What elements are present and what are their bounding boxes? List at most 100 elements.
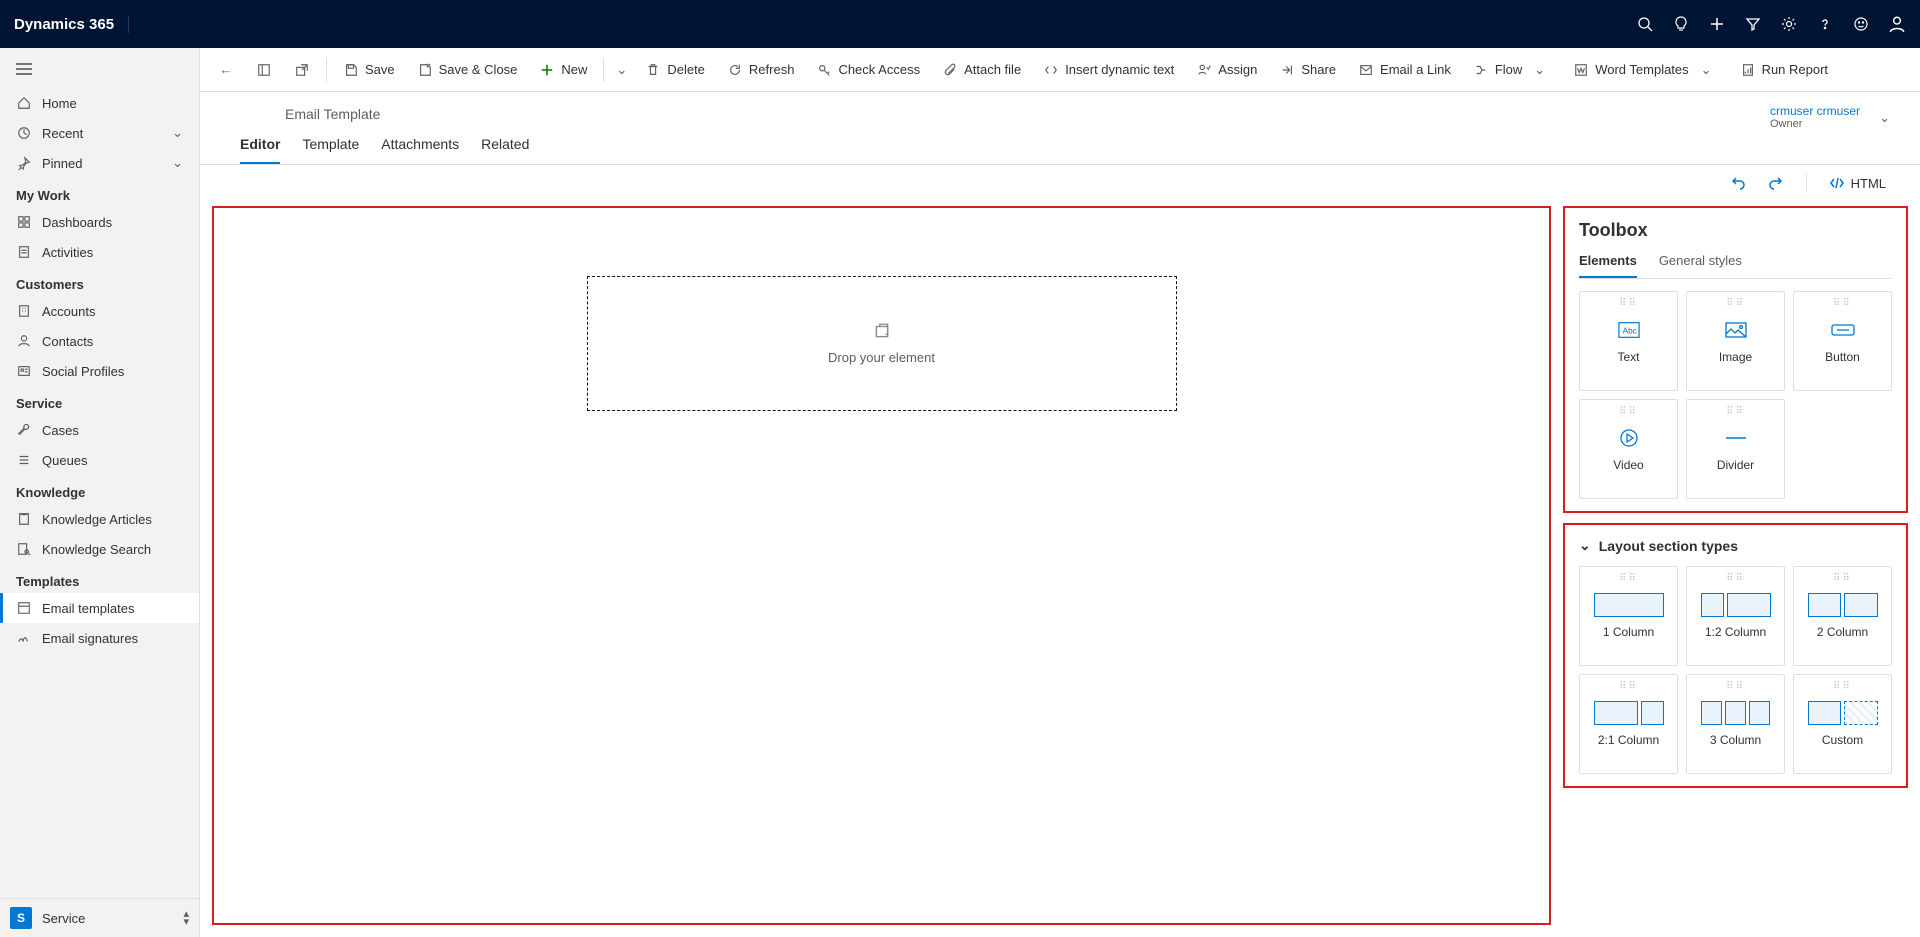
drop-zone[interactable]: Drop your element (587, 276, 1177, 411)
nav-socialprofiles[interactable]: Social Profiles (0, 356, 199, 386)
popout-icon (294, 62, 310, 78)
nav-recent[interactable]: Recent ⌄ (0, 118, 199, 148)
check-access-button[interactable]: Check Access (806, 56, 930, 84)
signature-icon (16, 630, 32, 646)
new-button[interactable]: New (529, 56, 597, 84)
nav-contacts[interactable]: Contacts (0, 326, 199, 356)
lightbulb-icon[interactable] (1672, 15, 1690, 33)
search-icon[interactable] (1636, 15, 1654, 33)
nav-label: Home (42, 96, 77, 111)
nav-home[interactable]: Home (0, 88, 199, 118)
layout-section-toggle[interactable]: ⌄Layout section types (1579, 537, 1892, 554)
editor-toolbar: HTML (200, 165, 1920, 202)
html-button[interactable]: HTML (1823, 171, 1892, 195)
panel-button[interactable] (246, 56, 282, 84)
nav-email-signatures[interactable]: Email signatures (0, 623, 199, 653)
home-icon (16, 95, 32, 111)
layout-2column[interactable]: ⠿⠿2 Column (1793, 566, 1892, 666)
popout-button[interactable] (284, 56, 320, 84)
grip-icon: ⠿⠿ (1619, 406, 1638, 417)
hamburger-button[interactable] (0, 58, 199, 88)
grip-icon: ⠿⠿ (1619, 573, 1638, 584)
help-icon[interactable] (1816, 15, 1834, 33)
layout-custom[interactable]: ⠿⠿Custom (1793, 674, 1892, 774)
nav-knowledge-search[interactable]: Knowledge Search (0, 534, 199, 564)
person-icon[interactable] (1888, 15, 1906, 33)
chevron-down-icon[interactable]: ⌄ (610, 62, 633, 78)
undo-button[interactable] (1724, 171, 1752, 195)
nav-pinned[interactable]: Pinned ⌄ (0, 148, 199, 178)
key-icon (816, 62, 832, 78)
toolbox-title: Toolbox (1579, 220, 1892, 241)
tab-editor[interactable]: Editor (240, 136, 280, 164)
nav-activities[interactable]: Activities (0, 237, 199, 267)
tab-attachments[interactable]: Attachments (381, 136, 459, 164)
nav-accounts[interactable]: Accounts (0, 296, 199, 326)
nav-label: Email signatures (42, 631, 138, 646)
flow-button[interactable]: Flow⌄ (1463, 56, 1561, 84)
email-link-button[interactable]: Email a Link (1348, 56, 1461, 84)
share-button[interactable]: Share (1269, 56, 1346, 84)
run-report-button[interactable]: Run Report (1730, 56, 1838, 84)
layout-3column[interactable]: ⠿⠿3 Column (1686, 674, 1785, 774)
word-templates-button[interactable]: Word Templates⌄ (1563, 56, 1727, 84)
filter-icon[interactable] (1744, 15, 1762, 33)
nav-queues[interactable]: Queues (0, 445, 199, 475)
layout-21column[interactable]: ⠿⠿2:1 Column (1579, 674, 1678, 774)
refresh-button[interactable]: Refresh (717, 56, 805, 84)
gear-icon[interactable] (1780, 15, 1798, 33)
tile-label: 1:2 Column (1705, 625, 1766, 639)
tile-video[interactable]: ⠿⠿Video (1579, 399, 1678, 499)
nav-label: Contacts (42, 334, 93, 349)
save-button[interactable]: Save (333, 56, 405, 84)
refresh-icon (727, 62, 743, 78)
app-name: Service (42, 911, 85, 926)
insert-dynamic-text-button[interactable]: Insert dynamic text (1033, 56, 1184, 84)
cmd-label: Save (365, 62, 395, 77)
tile-label: Divider (1717, 458, 1754, 472)
grip-icon: ⠿⠿ (1619, 298, 1638, 309)
tile-label: 2:1 Column (1598, 733, 1659, 747)
tile-image[interactable]: ⠿⠿Image (1686, 291, 1785, 391)
nav-email-templates[interactable]: Email templates (0, 593, 199, 623)
toolbox-tab-styles[interactable]: General styles (1659, 253, 1742, 278)
plus-icon[interactable] (1708, 15, 1726, 33)
chevron-down-icon[interactable]: ⌄ (1879, 110, 1890, 126)
tile-divider[interactable]: ⠿⠿ Divider (1686, 399, 1785, 499)
app-switcher[interactable]: S Service ▴▾ (0, 898, 199, 937)
editor-canvas[interactable]: Drop your element (212, 206, 1551, 925)
assign-button[interactable]: Assign (1186, 56, 1267, 84)
template-icon (16, 600, 32, 616)
delete-button[interactable]: Delete (635, 56, 715, 84)
smile-icon[interactable] (1852, 15, 1870, 33)
nav-knowledge-articles[interactable]: Knowledge Articles (0, 504, 199, 534)
nav-cases[interactable]: Cases (0, 415, 199, 445)
updown-icon[interactable]: ▴▾ (183, 910, 189, 926)
redo-button[interactable] (1762, 171, 1790, 195)
grip-icon: ⠿⠿ (1833, 573, 1852, 584)
nav-dashboards[interactable]: Dashboards (0, 207, 199, 237)
cmd-label: Refresh (749, 62, 795, 77)
tab-template[interactable]: Template (302, 136, 359, 164)
back-button[interactable]: ← (208, 56, 244, 84)
save-close-button[interactable]: Save & Close (407, 56, 528, 84)
nav-label: Accounts (42, 304, 95, 319)
tab-related[interactable]: Related (481, 136, 529, 164)
layout-1column[interactable]: ⠿⠿ 1 Column (1579, 566, 1678, 666)
toolbox-tab-elements[interactable]: Elements (1579, 253, 1637, 278)
report-icon (1740, 62, 1756, 78)
paperclip-icon (942, 62, 958, 78)
tile-label: Custom (1822, 733, 1863, 747)
grip-icon: ⠿⠿ (1726, 573, 1745, 584)
cmd-label: Delete (667, 62, 705, 77)
owner-link[interactable]: crmuser crmuser (1770, 104, 1860, 118)
toolbox-panel: Toolbox Elements General styles ⠿⠿AbcTex… (1563, 206, 1908, 513)
layout-12column[interactable]: ⠿⠿ 1:2 Column (1686, 566, 1785, 666)
tile-button[interactable]: ⠿⠿Button (1793, 291, 1892, 391)
clipboard-icon (16, 244, 32, 260)
attach-file-button[interactable]: Attach file (932, 56, 1031, 84)
grip-icon: ⠿⠿ (1726, 406, 1745, 417)
tile-text[interactable]: ⠿⠿AbcText (1579, 291, 1678, 391)
tile-label: 1 Column (1603, 625, 1654, 639)
svg-text:Abc: Abc (1622, 327, 1636, 336)
